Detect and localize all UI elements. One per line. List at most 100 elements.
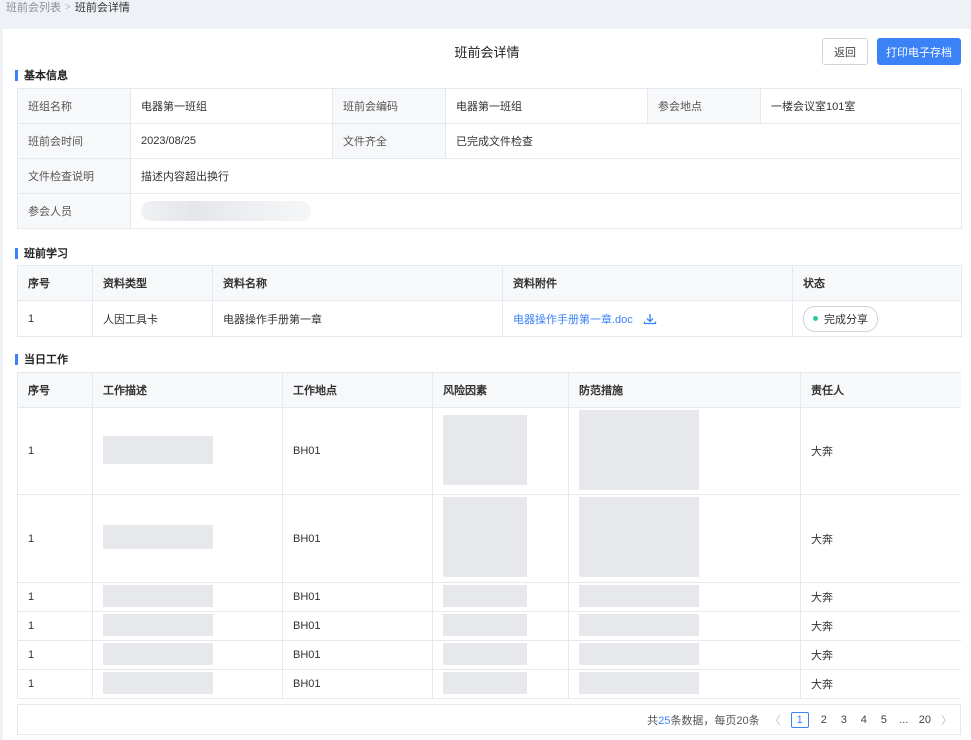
section-basic-info: 基本信息 bbox=[15, 67, 68, 83]
work-row-location: BH01 bbox=[282, 494, 433, 583]
table-row: 1 人因工具卡 电器操作手册第一章 电器操作手册第一章.doc 完成分享 bbox=[17, 300, 962, 337]
work-col-location: 工作地点 bbox=[282, 372, 433, 408]
prev-page-icon[interactable]: 〈 bbox=[770, 712, 781, 728]
work-row-owner: 大奔 bbox=[800, 494, 961, 583]
redacted-text bbox=[579, 642, 699, 665]
work-row-location: BH01 bbox=[282, 611, 433, 641]
work-row-measure bbox=[568, 611, 801, 641]
time-label: 班前会时间 bbox=[17, 123, 131, 159]
table-row: 1 BH01 大奔 bbox=[17, 407, 961, 495]
page-last-button[interactable]: 20 bbox=[919, 714, 931, 726]
team-name-value: 电器第一班组 bbox=[130, 88, 333, 124]
table-row: 1 BH01 大奔 bbox=[17, 669, 961, 699]
work-row-no: 1 bbox=[17, 611, 93, 641]
section-basic-info-title: 基本信息 bbox=[24, 70, 68, 82]
code-value: 电器第一班组 bbox=[445, 88, 648, 124]
work-col-measure: 防范措施 bbox=[568, 372, 801, 408]
code-label: 班前会编码 bbox=[332, 88, 446, 124]
work-row-risk bbox=[432, 582, 569, 612]
section-work: 当日工作 bbox=[15, 351, 68, 367]
section-marker bbox=[15, 353, 18, 365]
redacted-text bbox=[579, 497, 699, 577]
work-row-desc bbox=[92, 494, 283, 583]
redacted-text bbox=[579, 409, 699, 490]
study-row-type: 人因工具卡 bbox=[92, 300, 213, 337]
page-3-button[interactable]: 3 bbox=[839, 714, 849, 726]
work-row-no: 1 bbox=[17, 669, 93, 699]
location-value: 一楼会议室101室 bbox=[760, 88, 962, 124]
table-row: 1 BH01 大奔 bbox=[17, 582, 961, 612]
study-col-status: 状态 bbox=[792, 265, 962, 301]
work-col-owner: 责任人 bbox=[800, 372, 961, 408]
work-row-desc bbox=[92, 582, 283, 612]
table-row: 1 BH01 大奔 bbox=[17, 640, 961, 670]
redacted-text bbox=[103, 642, 213, 665]
work-row-owner: 大奔 bbox=[800, 582, 961, 612]
page-1-button[interactable]: 1 bbox=[790, 711, 809, 728]
redacted-text bbox=[103, 525, 213, 549]
work-table: 序号 工作描述 工作地点 风险因素 防范措施 责任人 1 BH01 大奔 1 B… bbox=[17, 372, 961, 699]
study-col-type: 资料类型 bbox=[92, 265, 213, 301]
page-2-button[interactable]: 2 bbox=[819, 714, 829, 726]
page-5-button[interactable]: 5 bbox=[879, 714, 889, 726]
attachment-link[interactable]: 电器操作手册第一章.doc bbox=[513, 311, 657, 327]
redacted-text bbox=[103, 613, 213, 636]
page-4-button[interactable]: 4 bbox=[859, 714, 869, 726]
section-marker bbox=[15, 247, 18, 259]
basic-info-table: 班组名称 电器第一班组 班前会编码 电器第一班组 参会地点 一楼会议室101室 … bbox=[17, 88, 962, 229]
download-icon[interactable] bbox=[643, 313, 657, 325]
work-row-desc bbox=[92, 407, 283, 495]
work-row-risk bbox=[432, 640, 569, 670]
work-row-no: 1 bbox=[17, 494, 93, 583]
files-label: 文件齐全 bbox=[332, 123, 446, 159]
breadcrumb-parent-link[interactable]: 班前会列表 bbox=[6, 1, 61, 15]
check-note-label: 文件检查说明 bbox=[17, 158, 131, 194]
status-badge: 完成分享 bbox=[803, 305, 878, 332]
work-row-risk bbox=[432, 611, 569, 641]
page-ellipsis[interactable]: ... bbox=[899, 714, 909, 726]
work-row-no: 1 bbox=[17, 407, 93, 495]
redacted-text bbox=[579, 584, 699, 607]
redacted-text bbox=[579, 613, 699, 636]
study-row-attachment: 电器操作手册第一章.doc bbox=[502, 300, 793, 337]
redacted-text bbox=[443, 414, 527, 485]
location-label: 参会地点 bbox=[647, 88, 761, 124]
section-work-title: 当日工作 bbox=[24, 354, 68, 366]
next-page-icon[interactable]: 〉 bbox=[941, 712, 952, 728]
work-table-scroll[interactable]: 序号 工作描述 工作地点 风险因素 防范措施 责任人 1 BH01 大奔 1 B… bbox=[17, 372, 961, 705]
work-col-risk: 风险因素 bbox=[432, 372, 569, 408]
work-row-risk bbox=[432, 494, 569, 583]
pagination: 共25条数据，每页20条 〈 1 2 3 4 5 ... 20 〉 bbox=[17, 705, 961, 735]
check-note-value: 描述内容超出换行 bbox=[130, 158, 962, 194]
pagination-suffix: 条数据，每页20条 bbox=[670, 714, 760, 727]
work-row-owner: 大奔 bbox=[800, 640, 961, 670]
breadcrumb: 班前会列表 > 班前会详情 bbox=[6, 0, 130, 16]
work-row-owner: 大奔 bbox=[800, 669, 961, 699]
work-row-risk bbox=[432, 669, 569, 699]
work-col-desc: 工作描述 bbox=[92, 372, 283, 408]
work-row-measure bbox=[568, 582, 801, 612]
detail-card: 班前会详情 返回 打印电子存档 基本信息 班组名称 电器第一班组 班前会编码 电… bbox=[3, 29, 971, 740]
pagination-prefix: 共 bbox=[647, 714, 659, 727]
section-study: 班前学习 bbox=[15, 245, 68, 261]
attendees-value bbox=[130, 193, 962, 229]
work-row-location: BH01 bbox=[282, 669, 433, 699]
redacted-text bbox=[443, 497, 527, 577]
pagination-total: 25 bbox=[658, 714, 671, 727]
attachment-filename: 电器操作手册第一章.doc bbox=[513, 313, 633, 326]
work-row-no: 1 bbox=[17, 640, 93, 670]
work-row-location: BH01 bbox=[282, 582, 433, 612]
breadcrumb-current: 班前会详情 bbox=[74, 2, 130, 14]
time-value: 2023/08/25 bbox=[130, 123, 333, 159]
work-col-no: 序号 bbox=[17, 372, 93, 408]
redacted-text bbox=[443, 642, 527, 665]
work-row-measure bbox=[568, 640, 801, 670]
work-row-owner: 大奔 bbox=[800, 407, 961, 495]
redacted-text bbox=[443, 613, 527, 636]
back-button[interactable]: 返回 bbox=[822, 38, 868, 65]
work-row-desc bbox=[92, 611, 283, 641]
print-archive-button[interactable]: 打印电子存档 bbox=[877, 38, 961, 65]
attendees-label: 参会人员 bbox=[17, 193, 131, 229]
team-name-label: 班组名称 bbox=[17, 88, 131, 124]
work-row-no: 1 bbox=[17, 582, 93, 612]
